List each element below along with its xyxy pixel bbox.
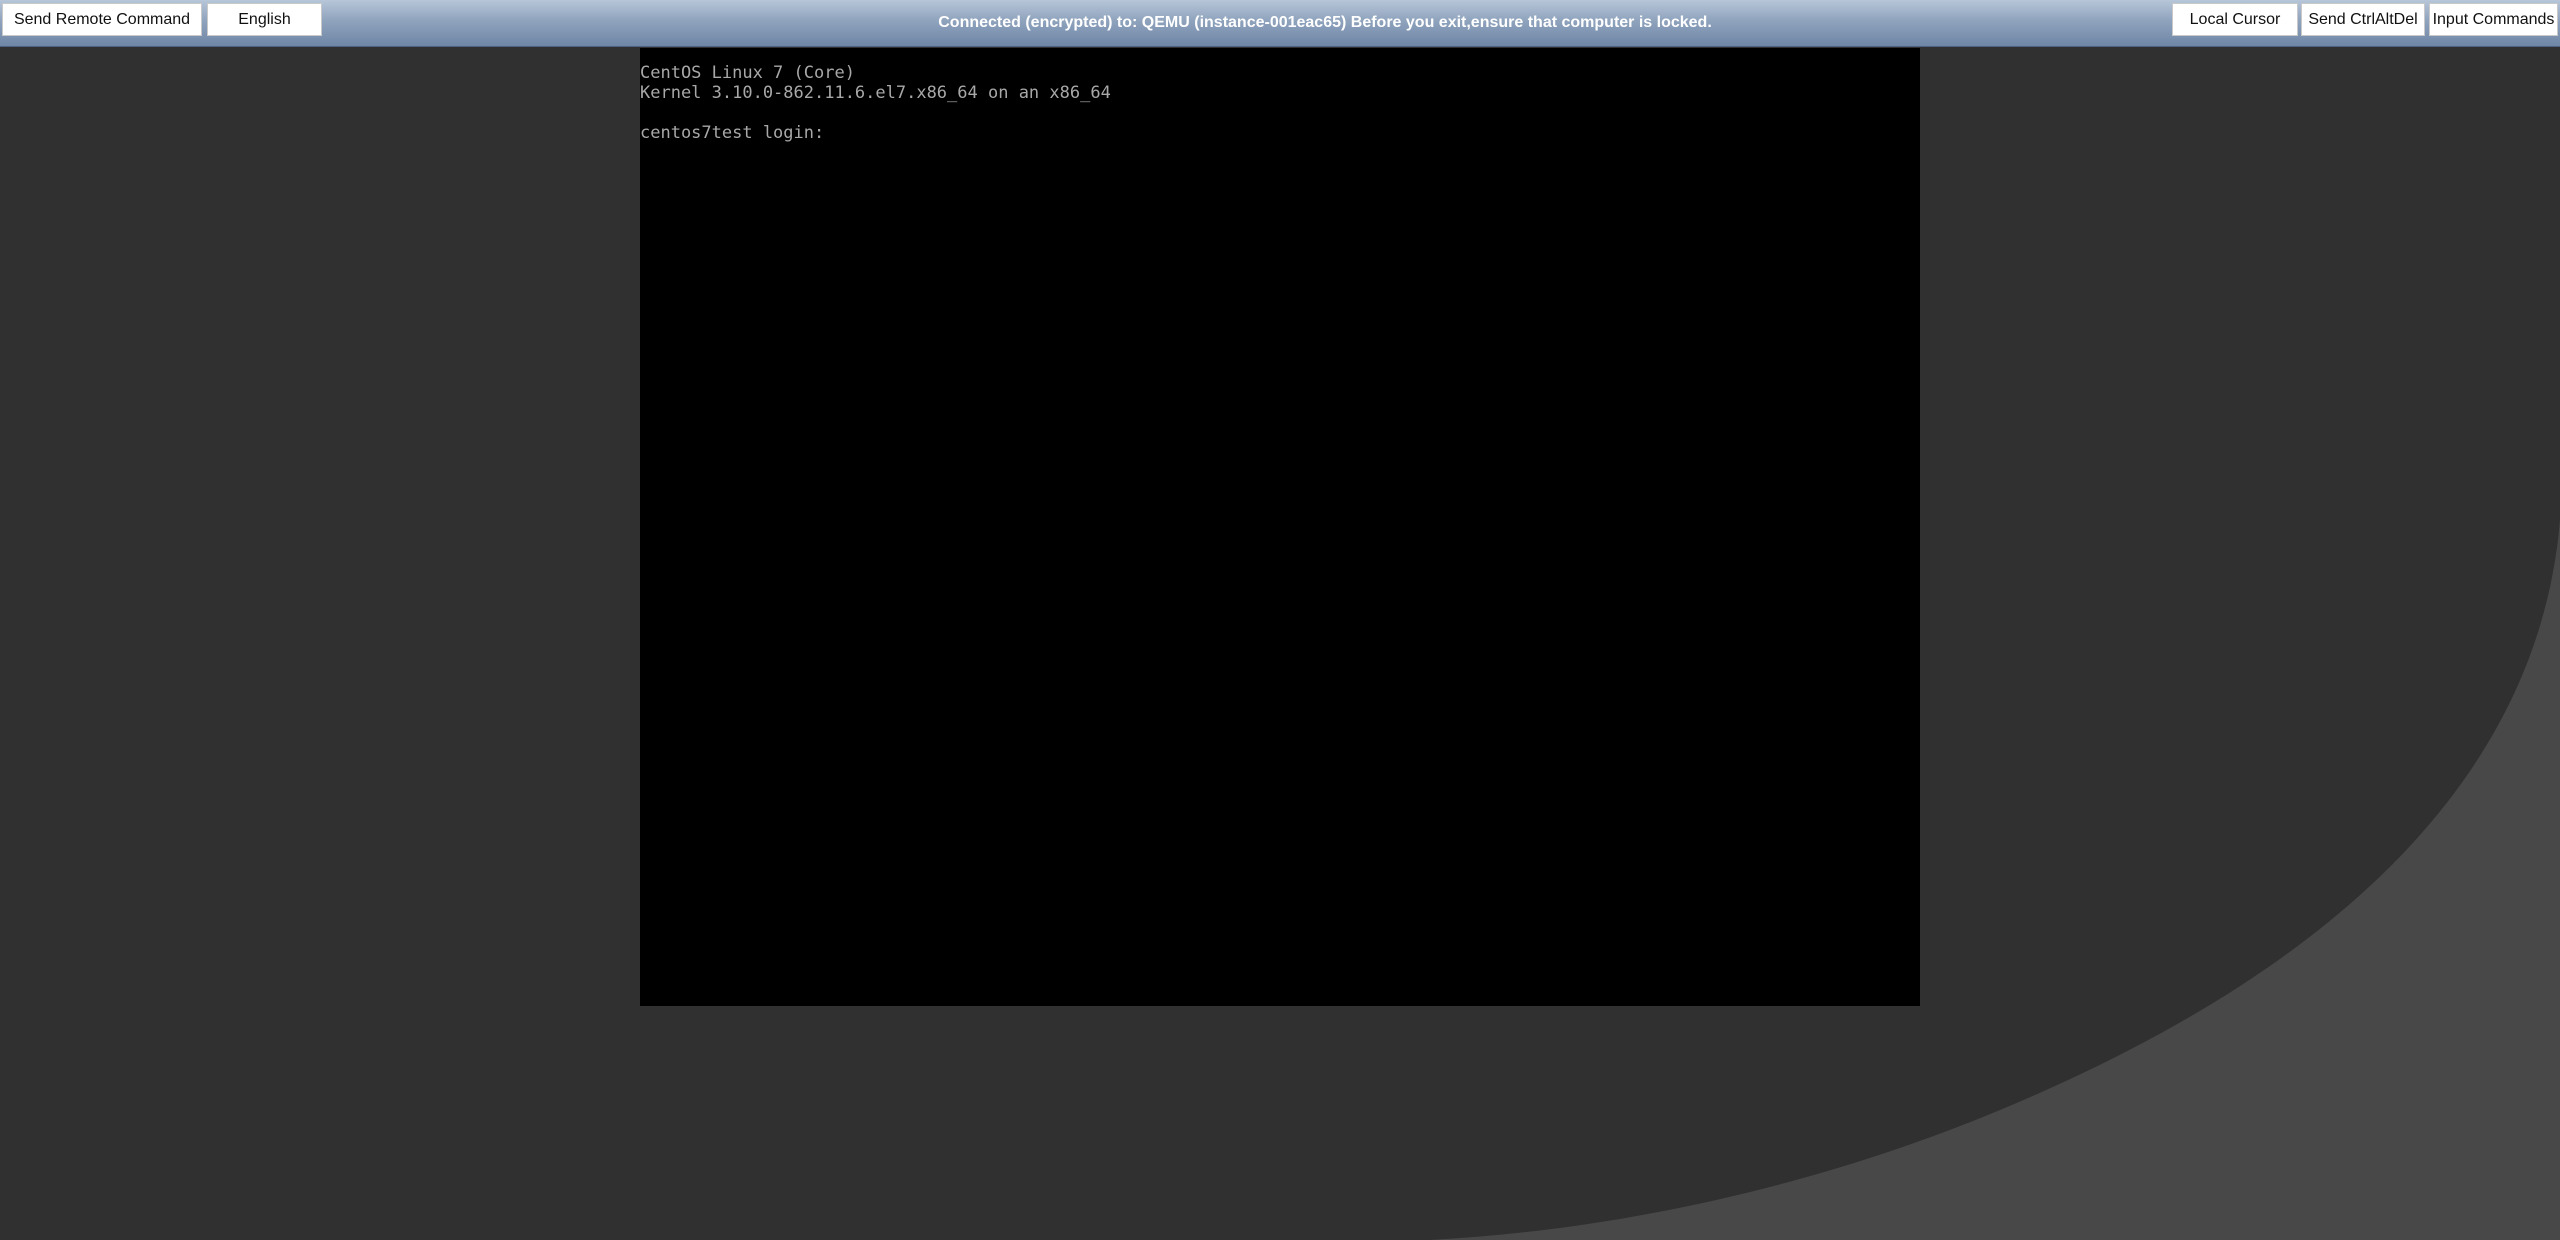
connection-status-text: Connected (encrypted) to: QEMU (instance… xyxy=(938,14,1712,31)
local-cursor-button[interactable]: Local Cursor xyxy=(2172,3,2298,36)
console-line-os: CentOS Linux 7 (Core) xyxy=(640,63,855,83)
send-remote-command-button[interactable]: Send Remote Command xyxy=(2,3,202,36)
input-commands-button[interactable]: Input Commands xyxy=(2429,3,2558,36)
console-line-kernel: Kernel 3.10.0-862.11.6.el7.x86_64 on an … xyxy=(640,83,1111,103)
console-line-login-prompt: centos7test login: xyxy=(640,123,825,143)
console-output: CentOS Linux 7 (Core) Kernel 3.10.0-862.1… xyxy=(640,63,1111,143)
keyboard-language-button[interactable]: English xyxy=(207,3,322,36)
console-line-blank xyxy=(640,103,1111,123)
vnc-toolbar: Send Remote Command English Connected (e… xyxy=(0,0,2560,47)
remote-console-screen[interactable]: CentOS Linux 7 (Core) Kernel 3.10.0-862.1… xyxy=(640,48,1920,1006)
send-ctrlaltdel-button[interactable]: Send CtrlAltDel xyxy=(2301,3,2425,36)
